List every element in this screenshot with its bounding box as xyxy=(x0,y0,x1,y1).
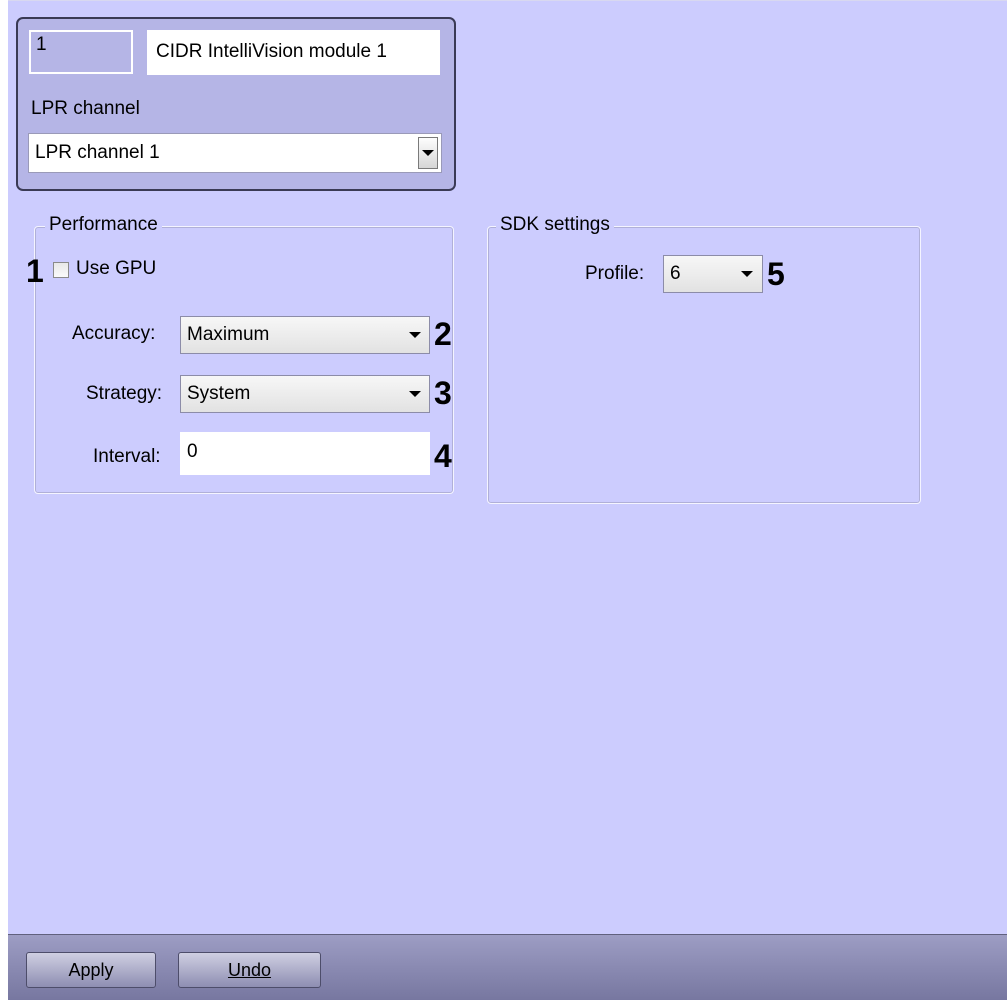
accuracy-select[interactable]: Maximum xyxy=(180,316,430,354)
accuracy-label: Accuracy: xyxy=(72,323,156,344)
use-gpu-label: Use GPU xyxy=(76,258,157,279)
footer-bar xyxy=(8,934,1007,1000)
interval-field[interactable]: 0 xyxy=(180,432,430,475)
id-field[interactable]: 1 xyxy=(29,30,133,74)
callout-1: 1 xyxy=(26,253,44,289)
undo-button[interactable]: Undo xyxy=(178,952,321,988)
chevron-down-icon xyxy=(422,150,434,156)
callout-2: 2 xyxy=(434,316,452,352)
channel-label: LPR channel xyxy=(31,98,140,119)
chevron-down-icon xyxy=(409,391,421,397)
use-gpu-checkbox[interactable] xyxy=(53,262,69,278)
profile-label: Profile: xyxy=(585,263,645,284)
chevron-down-icon xyxy=(741,271,753,277)
strategy-select-value: System xyxy=(187,383,251,404)
interval-label: Interval: xyxy=(93,446,161,467)
profile-select[interactable]: 6 xyxy=(663,255,763,293)
apply-button[interactable]: Apply xyxy=(26,952,156,988)
profile-select-value: 6 xyxy=(670,263,681,284)
accuracy-select-value: Maximum xyxy=(187,324,270,345)
sdk-settings-group-title: SDK settings xyxy=(496,214,614,236)
strategy-label: Strategy: xyxy=(86,383,163,404)
callout-4: 4 xyxy=(434,438,452,474)
channel-select-value: LPR channel 1 xyxy=(35,142,160,163)
channel-dropdown-button[interactable] xyxy=(418,137,438,169)
strategy-select[interactable]: System xyxy=(180,375,430,413)
callout-3: 3 xyxy=(434,375,452,411)
name-field[interactable]: CIDR IntelliVision module 1 xyxy=(147,30,440,75)
channel-select[interactable]: LPR channel 1 xyxy=(28,133,442,173)
callout-5: 5 xyxy=(767,256,785,292)
performance-group-title: Performance xyxy=(45,214,162,236)
chevron-down-icon xyxy=(409,332,421,338)
